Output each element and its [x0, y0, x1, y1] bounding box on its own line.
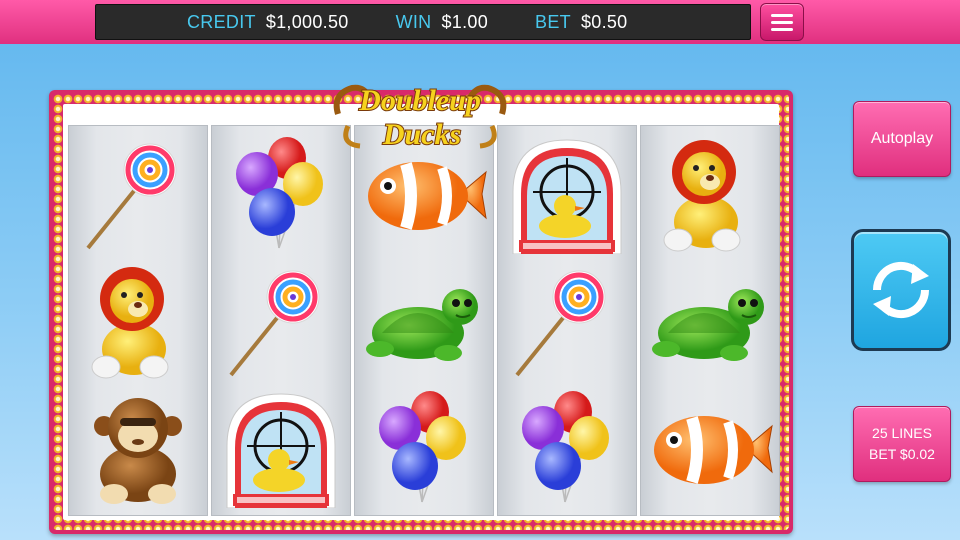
logo-line-2: Ducks [382, 118, 461, 151]
reel-4 [497, 125, 637, 516]
turtle-plush-symbol [646, 263, 774, 381]
lollipop-symbol [217, 263, 345, 381]
hamburger-menu-icon [771, 13, 793, 17]
lion-plush-symbol [74, 263, 202, 381]
duck-target-symbol [217, 390, 345, 508]
clownfish-plush-symbol [646, 390, 774, 508]
logo-line-1: Doubleup [358, 84, 481, 117]
win-value: $1.00 [441, 11, 489, 32]
bet-label: BET [535, 11, 571, 32]
spin-button[interactable] [851, 229, 951, 351]
turtle-plush-symbol [360, 263, 488, 381]
reel-2 [211, 125, 351, 516]
credit-value: $1,000.50 [265, 11, 349, 32]
balloons-symbol [360, 390, 488, 508]
monkey-plush-symbol [74, 390, 202, 508]
menu-button[interactable] [760, 3, 804, 41]
credit-label: CREDIT [187, 11, 256, 32]
autoplay-button[interactable]: Autoplay [853, 101, 951, 177]
lines-bet-button[interactable]: 25 LINES BET $0.02 [853, 406, 951, 482]
balance-bar: CREDIT $1,000.50 WIN $1.00 BET $0.50 [95, 4, 751, 40]
reel-3 [354, 125, 494, 516]
balloons-symbol [217, 136, 345, 254]
lollipop-symbol [503, 263, 631, 381]
top-bar: CREDIT $1,000.50 WIN $1.00 BET $0.50 [0, 0, 960, 44]
duck-target-symbol [503, 136, 631, 254]
lollipop-symbol [74, 136, 202, 254]
lion-plush-symbol [646, 136, 774, 254]
reel-1 [68, 125, 208, 516]
win-label: WIN [395, 11, 432, 32]
reel-5 [640, 125, 780, 516]
spin-arrows-icon [872, 261, 930, 319]
line-bet-label: BET $0.02 [869, 446, 935, 462]
lines-label: 25 LINES [872, 425, 932, 441]
game-logo: Doubleup Ducks [330, 74, 510, 158]
bet-value: $0.50 [580, 11, 628, 32]
balloons-symbol [503, 390, 631, 508]
reel-window [63, 104, 780, 520]
